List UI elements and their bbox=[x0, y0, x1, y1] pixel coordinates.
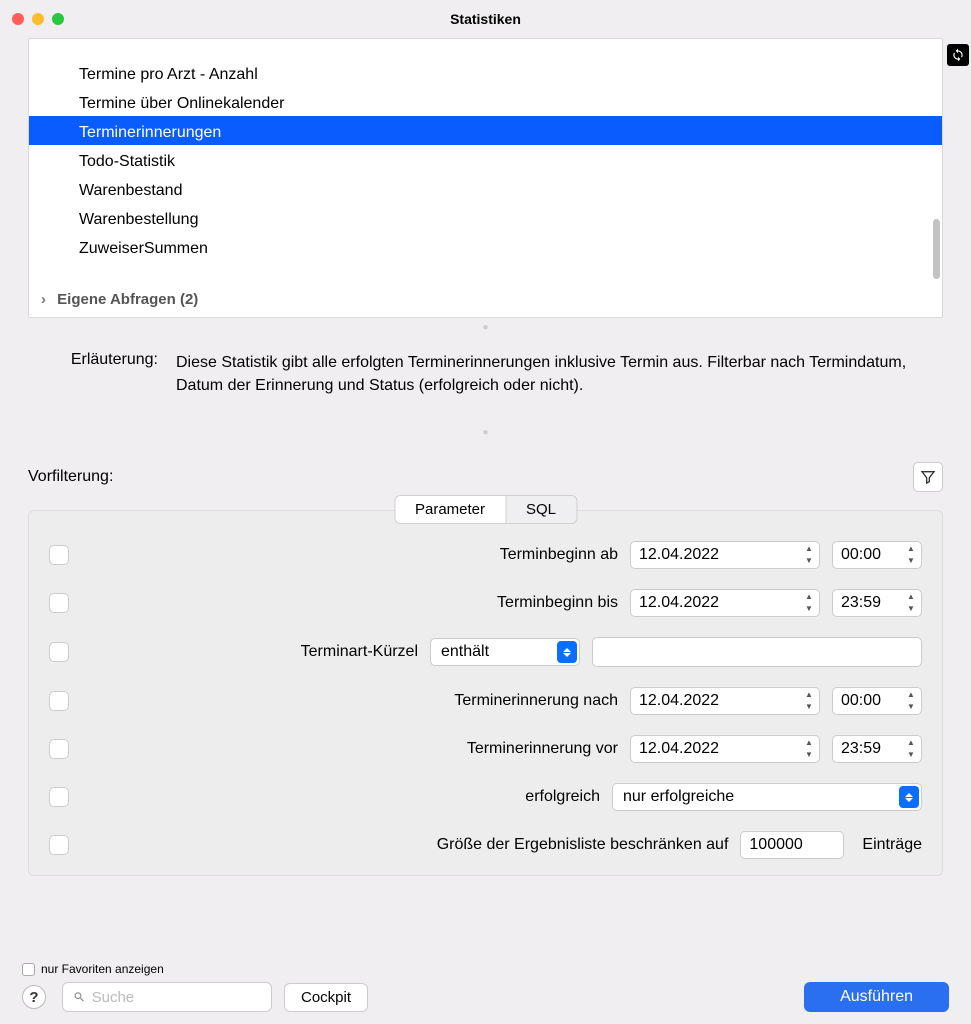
cockpit-button[interactable]: Cockpit bbox=[284, 983, 368, 1012]
checkbox-terminbeginn-ab[interactable] bbox=[49, 545, 69, 565]
tab-sql[interactable]: SQL bbox=[506, 496, 576, 523]
checkbox-terminart-kuerzel[interactable] bbox=[49, 642, 69, 662]
help-button[interactable]: ? bbox=[22, 985, 46, 1009]
stepper[interactable]: ▲▼ bbox=[903, 689, 919, 713]
erfolgreich-select[interactable]: nur erfolgreiche bbox=[612, 783, 922, 811]
param-label: Terminart-Kürzel bbox=[301, 643, 418, 661]
bottom-bar: nur Favoriten anzeigen ? Cockpit Ausführ… bbox=[0, 956, 971, 1024]
list-item[interactable]: ZuweiserSummen bbox=[29, 232, 942, 261]
prefilter-label: Vorfilterung: bbox=[28, 468, 113, 486]
checkbox-limit[interactable] bbox=[49, 835, 69, 855]
favorites-only-checkbox[interactable] bbox=[22, 963, 35, 976]
funnel-icon bbox=[920, 469, 936, 485]
terminart-value-input[interactable] bbox=[592, 637, 922, 667]
limit-suffix: Einträge bbox=[862, 836, 922, 854]
terminbeginn-ab-date[interactable]: 12.04.2022 ▲▼ bbox=[630, 541, 820, 569]
tab-segmented-control: Parameter SQL bbox=[394, 495, 577, 524]
param-label: Terminbeginn ab bbox=[500, 546, 618, 564]
list-item[interactable] bbox=[29, 38, 942, 58]
erinnerung-nach-date[interactable]: 12.04.2022 ▲▼ bbox=[630, 687, 820, 715]
maximize-window-button[interactable] bbox=[52, 13, 64, 25]
param-label: Terminerinnerung vor bbox=[467, 740, 618, 758]
close-window-button[interactable] bbox=[12, 13, 24, 25]
dropdown-arrow-icon bbox=[899, 786, 919, 808]
list-item[interactable]: Warenbestand bbox=[29, 174, 942, 203]
search-field[interactable] bbox=[62, 982, 272, 1012]
refresh-button[interactable] bbox=[947, 44, 969, 66]
list-group-own-queries[interactable]: › Eigene Abfragen (2) bbox=[29, 285, 942, 314]
stepper[interactable]: ▲▼ bbox=[903, 737, 919, 761]
erinnerung-nach-time[interactable]: 00:00 ▲▼ bbox=[832, 687, 922, 715]
run-button[interactable]: Ausführen bbox=[804, 982, 949, 1012]
statistics-list[interactable]: Termine pro Arzt - Anzahl Termine über O… bbox=[28, 38, 943, 318]
description-label: Erläuterung: bbox=[28, 351, 158, 397]
param-label: Terminerinnerung nach bbox=[454, 692, 618, 710]
checkbox-erfolgreich[interactable] bbox=[49, 787, 69, 807]
list-item[interactable]: Termine pro Arzt - Anzahl bbox=[29, 58, 942, 87]
divider-handle[interactable]: ● bbox=[28, 322, 943, 333]
favorites-only-label: nur Favoriten anzeigen bbox=[41, 962, 164, 976]
search-icon bbox=[73, 990, 86, 1004]
param-label: Größe der Ergebnisliste beschränken auf bbox=[437, 836, 729, 854]
description-text: Diese Statistik gibt alle erfolgten Term… bbox=[176, 351, 943, 397]
terminbeginn-bis-time[interactable]: 23:59 ▲▼ bbox=[832, 589, 922, 617]
list-item[interactable]: Termine über Onlinekalender bbox=[29, 87, 942, 116]
checkbox-erinnerung-nach[interactable] bbox=[49, 691, 69, 711]
erinnerung-vor-date[interactable]: 12.04.2022 ▲▼ bbox=[630, 735, 820, 763]
chevron-right-icon: › bbox=[41, 291, 51, 308]
terminart-operator-select[interactable]: enthält bbox=[430, 638, 580, 666]
window-title: Statistiken bbox=[450, 11, 521, 27]
stepper[interactable]: ▲▼ bbox=[903, 543, 919, 567]
tab-parameter[interactable]: Parameter bbox=[395, 496, 506, 523]
list-item[interactable]: Todo-Statistik bbox=[29, 145, 942, 174]
filter-button[interactable] bbox=[913, 462, 943, 492]
minimize-window-button[interactable] bbox=[32, 13, 44, 25]
stepper[interactable]: ▲▼ bbox=[801, 689, 817, 713]
checkbox-terminbeginn-bis[interactable] bbox=[49, 593, 69, 613]
stepper[interactable]: ▲▼ bbox=[801, 543, 817, 567]
checkbox-erinnerung-vor[interactable] bbox=[49, 739, 69, 759]
terminbeginn-ab-time[interactable]: 00:00 ▲▼ bbox=[832, 541, 922, 569]
stepper[interactable]: ▲▼ bbox=[801, 591, 817, 615]
title-bar: Statistiken bbox=[0, 0, 971, 38]
dropdown-arrow-icon bbox=[557, 641, 577, 663]
scrollbar[interactable] bbox=[933, 219, 940, 279]
stepper[interactable]: ▲▼ bbox=[903, 591, 919, 615]
terminbeginn-bis-date[interactable]: 12.04.2022 ▲▼ bbox=[630, 589, 820, 617]
param-label: Terminbeginn bis bbox=[497, 594, 618, 612]
list-item-selected[interactable]: Terminerinnerungen bbox=[29, 116, 942, 145]
search-input[interactable] bbox=[92, 989, 261, 1006]
stepper[interactable]: ▲▼ bbox=[801, 737, 817, 761]
list-item[interactable]: Warenbestellung bbox=[29, 203, 942, 232]
param-label: erfolgreich bbox=[525, 788, 600, 806]
divider-handle[interactable]: ● bbox=[28, 427, 943, 438]
parameters-panel: Parameter SQL Terminbeginn ab 12.04.2022… bbox=[28, 510, 943, 876]
limit-input[interactable]: 100000 bbox=[740, 831, 844, 859]
erinnerung-vor-time[interactable]: 23:59 ▲▼ bbox=[832, 735, 922, 763]
